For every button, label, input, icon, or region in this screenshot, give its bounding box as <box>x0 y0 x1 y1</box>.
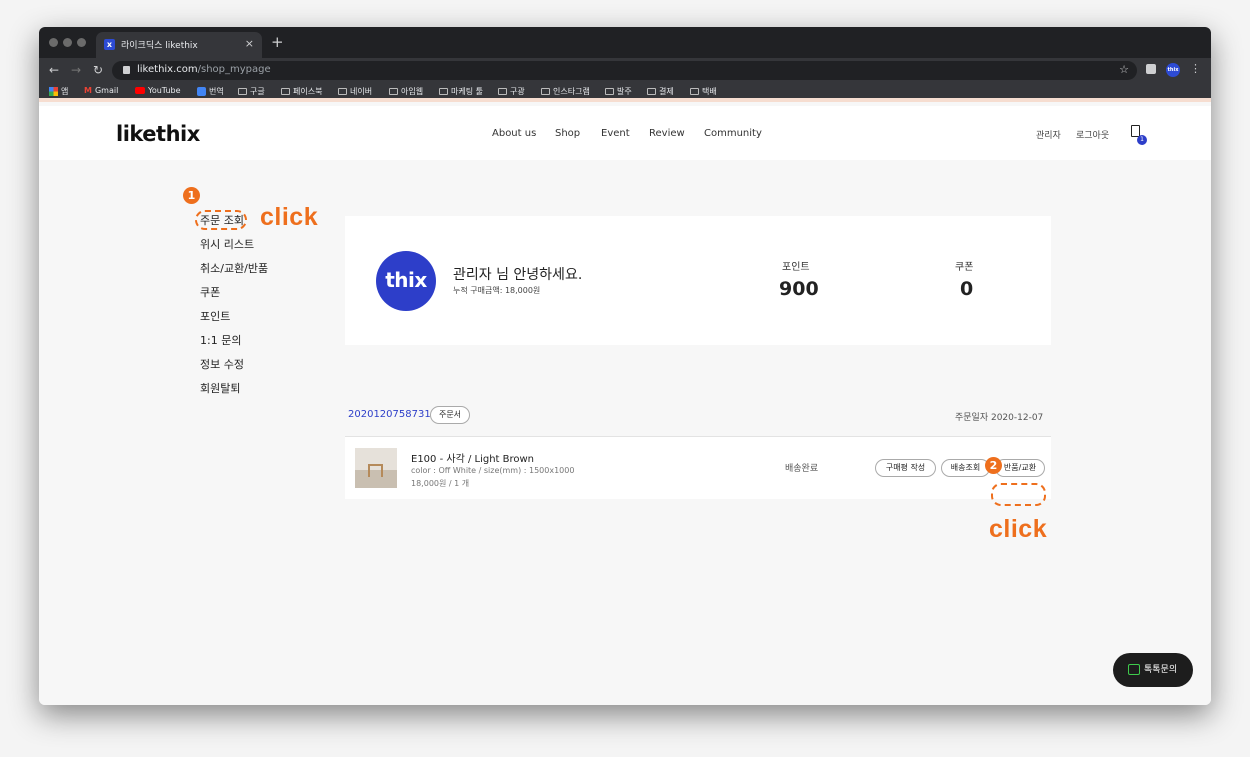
nav-about-us[interactable]: About us <box>492 128 536 139</box>
favicon-icon: x <box>104 39 115 50</box>
minimize-window-dot[interactable] <box>63 38 72 47</box>
bookmark-folder[interactable]: 택배 <box>690 86 717 97</box>
folder-icon <box>238 88 247 95</box>
folder-icon <box>690 88 699 95</box>
nav-event[interactable]: Event <box>601 128 630 139</box>
profile-card: thix 관리자 님 안녕하세요. 누적 구매금액: 18,000원 포인트 9… <box>345 216 1051 345</box>
mypage-sidebar: 주문 조회 위시 리스트 취소/교환/반품 쿠폰 포인트 1:1 문의 정보 수… <box>200 214 268 406</box>
browser-tab[interactable]: x 라이크딕스 likethix × <box>96 32 262 58</box>
return-exchange-button[interactable]: 반품/교환 <box>995 459 1045 477</box>
product-options: color : Off White / size(mm) : 1500x1000 <box>411 466 575 475</box>
coupon-value[interactable]: 0 <box>960 278 973 300</box>
coupon-label: 쿠폰 <box>955 262 974 273</box>
forward-icon[interactable]: → <box>71 63 81 77</box>
lock-icon <box>123 66 130 74</box>
bookmark-folder[interactable]: 결제 <box>647 86 674 97</box>
nav-community[interactable]: Community <box>704 128 762 139</box>
bookmark-folder[interactable]: 페이스북 <box>281 86 322 97</box>
site-logo[interactable]: likethix <box>116 122 200 146</box>
order-number-link[interactable]: 2020120758731 <box>348 409 431 420</box>
chat-icon <box>1128 664 1140 675</box>
new-tab-icon[interactable]: + <box>271 33 284 51</box>
step-2-highlight <box>991 483 1046 506</box>
bookmark-folder[interactable]: 마케팅 툴 <box>439 86 483 97</box>
product-thumbnail[interactable] <box>355 448 397 488</box>
bookmark-folder[interactable]: 인스타그램 <box>541 86 590 97</box>
sidebar-item-withdraw[interactable]: 회원탈퇴 <box>200 382 268 406</box>
nav-review[interactable]: Review <box>649 128 685 139</box>
step-1-highlight <box>195 210 247 230</box>
profile-avatar-logo: thix <box>376 251 436 311</box>
product-price-qty: 18,000원 / 1 개 <box>411 479 470 488</box>
folder-icon <box>389 88 398 95</box>
folder-icon <box>541 88 550 95</box>
maximize-window-dot[interactable] <box>77 38 86 47</box>
talk-inquiry-label: 톡톡문의 <box>1144 665 1178 675</box>
step-2-badge: 2 <box>985 457 1002 474</box>
bookmark-apps[interactable]: 앱 <box>49 86 68 97</box>
bookmark-folder[interactable]: 아임웹 <box>389 86 423 97</box>
back-icon[interactable]: ← <box>49 63 59 77</box>
web-page: likethix About us Shop Event Review Comm… <box>39 106 1211 705</box>
delivery-status: 배송완료 <box>785 464 819 474</box>
bookmark-folder[interactable]: 발주 <box>605 86 632 97</box>
sidebar-item-coupon[interactable]: 쿠폰 <box>200 286 268 310</box>
receipt-button[interactable]: 주문서 <box>430 406 470 424</box>
write-review-button[interactable]: 구매평 작성 <box>875 459 936 477</box>
extensions-icon[interactable] <box>1146 64 1156 74</box>
profile-avatar[interactable]: thix <box>1166 63 1180 77</box>
address-bar-row: ← → ↻ likethix.com/shop_mypage ☆ thix ⋮ <box>39 58 1211 83</box>
youtube-icon <box>135 87 145 94</box>
folder-icon <box>498 88 507 95</box>
browser-window: x 라이크딕스 likethix × + ← → ↻ likethix.com/… <box>39 27 1211 705</box>
folder-icon <box>281 88 290 95</box>
bookmark-translate[interactable]: 번역 <box>197 86 224 97</box>
address-bar[interactable]: likethix.com/shop_mypage ☆ <box>112 61 1137 80</box>
nav-shop[interactable]: Shop <box>555 128 580 139</box>
bookmark-gmail[interactable]: M Gmail <box>84 86 118 95</box>
step-1-click-label: click <box>260 203 319 231</box>
browser-menu-icon[interactable]: ⋮ <box>1190 62 1201 75</box>
step-1-badge: 1 <box>183 187 200 204</box>
tab-bar: x 라이크딕스 likethix × + <box>39 27 1211 58</box>
sidebar-item-inquiry[interactable]: 1:1 문의 <box>200 334 268 358</box>
bookmark-folder[interactable]: 네이버 <box>338 86 372 97</box>
product-name[interactable]: E100 - 사각 / Light Brown <box>411 450 534 465</box>
cart-count-badge: 1 <box>1137 135 1147 145</box>
talk-inquiry-button[interactable]: 톡톡문의 <box>1113 653 1193 687</box>
folder-icon <box>439 88 448 95</box>
folder-icon <box>338 88 347 95</box>
sidebar-item-wishlist[interactable]: 위시 리스트 <box>200 238 268 262</box>
translate-icon <box>197 87 206 96</box>
url-text: likethix.com/shop_mypage <box>137 64 271 75</box>
gmail-icon: M <box>84 86 92 95</box>
points-label: 포인트 <box>782 262 810 273</box>
sidebar-item-edit-profile[interactable]: 정보 수정 <box>200 358 268 382</box>
sidebar-item-cancel-exchange-return[interactable]: 취소/교환/반품 <box>200 262 268 286</box>
bookmark-star-icon[interactable]: ☆ <box>1119 63 1129 76</box>
points-value[interactable]: 900 <box>779 278 819 300</box>
bookmark-folder[interactable]: 구광 <box>498 86 525 97</box>
stool-image-detail <box>368 464 383 477</box>
greeting-text: 관리자 님 안녕하세요. <box>453 267 583 283</box>
tab-title: 라이크딕스 likethix <box>121 41 198 51</box>
bookmark-youtube[interactable]: YouTube <box>135 86 181 95</box>
tab-close-icon[interactable]: × <box>245 37 254 50</box>
sidebar-item-points[interactable]: 포인트 <box>200 310 268 334</box>
close-window-dot[interactable] <box>49 38 58 47</box>
bookmarks-bar: 앱 M Gmail YouTube 번역 구글 페이스북 네이버 아임웹 마케팅 … <box>39 83 1211 102</box>
folder-icon <box>605 88 614 95</box>
reload-icon[interactable]: ↻ <box>93 63 103 77</box>
total-purchase-text: 누적 구매금액: 18,000원 <box>453 286 541 295</box>
logout-link[interactable]: 로그아웃 <box>1076 128 1109 141</box>
step-2-click-label: click <box>989 515 1048 543</box>
admin-link[interactable]: 관리자 <box>1036 128 1061 141</box>
folder-icon <box>647 88 656 95</box>
track-delivery-button[interactable]: 배송조회 <box>941 459 990 477</box>
order-item-row: E100 - 사각 / Light Brown color : Off Whit… <box>345 436 1051 499</box>
order-date: 주문일자 2020-12-07 <box>955 413 1044 423</box>
site-header: likethix About us Shop Event Review Comm… <box>39 106 1211 160</box>
bookmark-folder[interactable]: 구글 <box>238 86 265 97</box>
apps-icon <box>49 87 58 96</box>
